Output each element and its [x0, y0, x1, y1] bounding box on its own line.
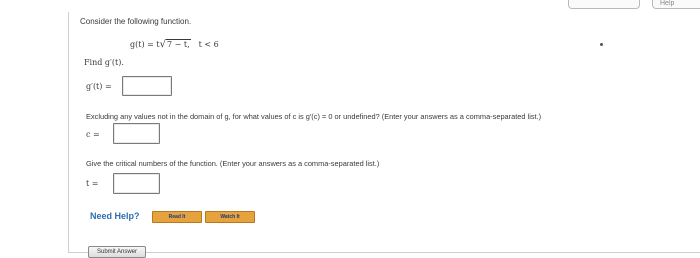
- part3-answer-label: t =: [86, 179, 99, 188]
- part2-answer-input[interactable]: [113, 123, 160, 144]
- function-definition: g(t) = t √ 7 − t, t < 6: [130, 39, 219, 50]
- read-it-button[interactable]: Read It: [152, 211, 202, 223]
- part2-answer-label: c =: [86, 130, 100, 139]
- part3-answer-input[interactable]: [113, 173, 160, 194]
- need-help-label: Need Help?: [90, 211, 140, 221]
- part1-answer-input[interactable]: [122, 76, 172, 96]
- top-tab-right-label: Help: [660, 0, 675, 7]
- part1-answer-label: g′(t) =: [86, 82, 112, 91]
- top-tab-left[interactable]: [568, 0, 640, 9]
- part2-prompt: Excluding any values not in the domain o…: [86, 112, 542, 121]
- question-intro: Consider the following function.: [80, 17, 192, 26]
- function-lhs: g(t) = t: [130, 40, 160, 49]
- submit-answer-button[interactable]: Submit Answer: [88, 246, 146, 258]
- cursor-dot: [600, 43, 603, 46]
- part1-prompt: Find g′(t).: [84, 58, 124, 67]
- watch-it-button[interactable]: Watch It: [205, 211, 255, 223]
- radicand: 7 − t,: [165, 39, 191, 49]
- radical: √ 7 − t,: [160, 39, 191, 50]
- function-condition: t < 6: [198, 40, 219, 49]
- part3-prompt: Give the critical numbers of the functio…: [86, 159, 380, 168]
